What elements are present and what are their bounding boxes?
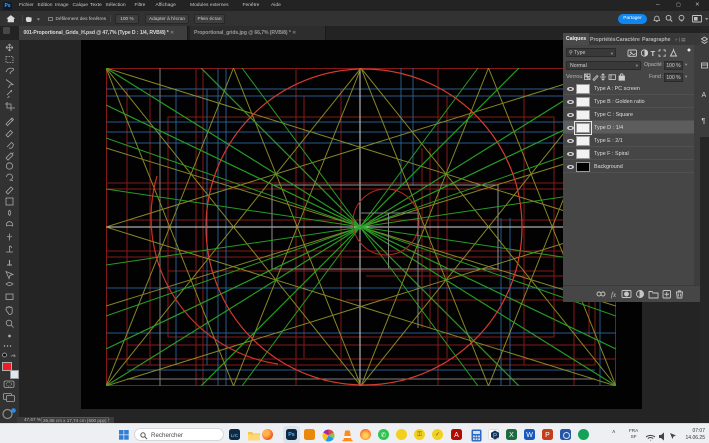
svg-text:T: T bbox=[651, 49, 656, 58]
svg-text:¶: ¶ bbox=[702, 118, 706, 125]
svg-text:fx: fx bbox=[611, 291, 617, 299]
svg-text:A: A bbox=[702, 92, 707, 99]
svg-text:P: P bbox=[493, 433, 497, 439]
